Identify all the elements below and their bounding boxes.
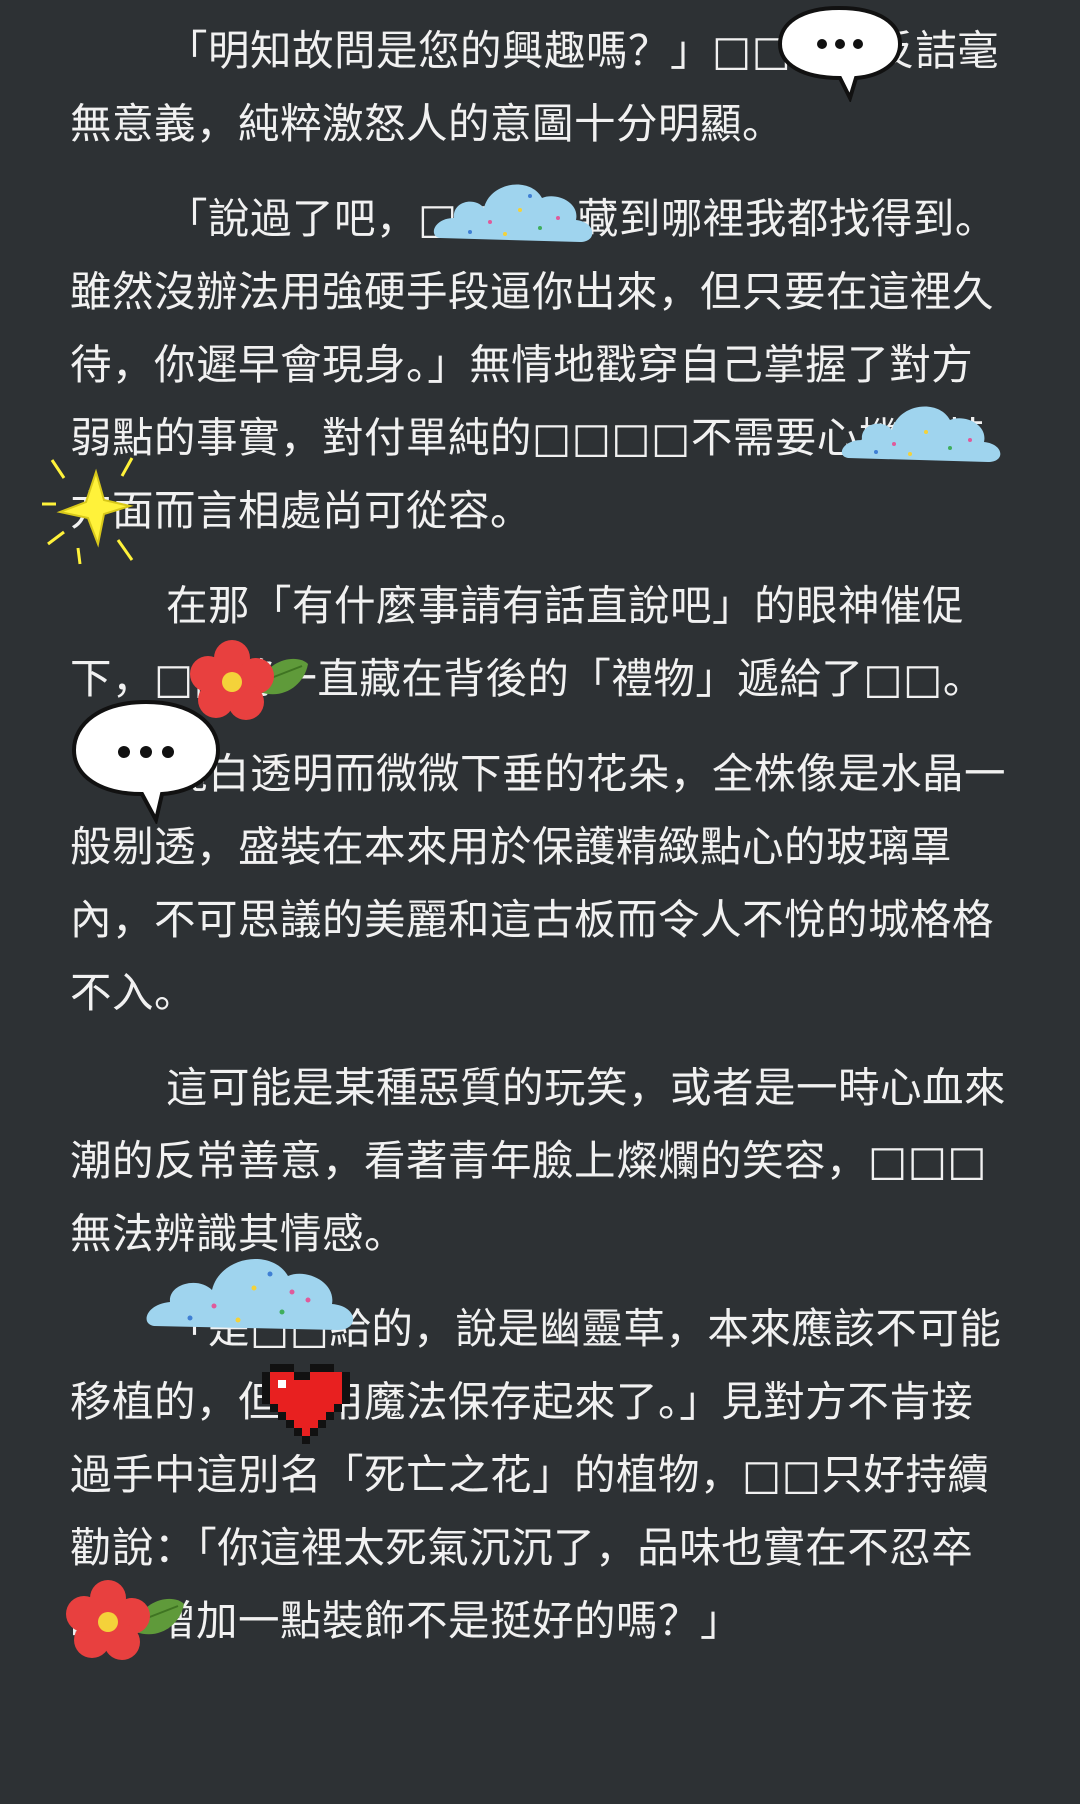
pixel-heart-icon [262, 1364, 350, 1444]
paragraph-5: 這可能是某種惡質的玩笑，或者是一時心血來潮的反常善意，看著青年臉上燦爛的笑容，□… [70, 1063, 1007, 1258]
novel-page: 「明知故問是您的興趣嗎？」□□□的反詰毫無意義，純粹激怒人的意圖十分明顯。 「說… [70, 14, 1010, 1679]
speech-bubble-icon [71, 699, 221, 824]
cloud-icon [841, 406, 1001, 462]
cloud-icon [146, 1259, 354, 1330]
flower-icon [66, 1580, 184, 1660]
paragraph-6: 「是□□給的，說是幽靈草，本來應該不可能移植的，但我用魔法保存起來了。」見對方不… [70, 1304, 1002, 1645]
sparkle-icon [42, 457, 134, 565]
speech-bubble-icon [777, 5, 903, 102]
cloud-icon [433, 184, 593, 242]
